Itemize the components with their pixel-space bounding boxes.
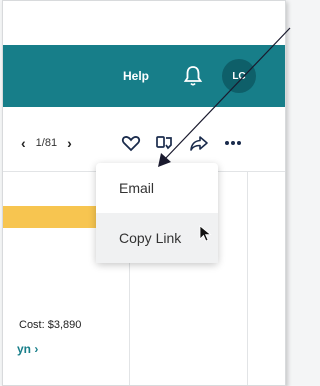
app-header: Help LC [3, 45, 285, 107]
share-icon[interactable] [189, 133, 209, 153]
next-button[interactable]: › [67, 135, 72, 151]
share-menu: Email Copy Link [96, 163, 218, 263]
bell-icon[interactable] [183, 65, 203, 87]
pager-count: 1/81 [35, 137, 58, 149]
more-icon[interactable] [223, 133, 243, 153]
compare-icon[interactable] [155, 133, 175, 153]
menu-item-email[interactable]: Email [96, 163, 218, 213]
app-window: Help LC ‹ 1/81 › Cost: $3,890 yn › Email… [2, 0, 286, 386]
prev-button[interactable]: ‹ [21, 135, 26, 151]
cursor-icon [199, 225, 212, 242]
pager: ‹ 1/81 › [21, 135, 72, 151]
heart-icon[interactable] [121, 133, 141, 153]
user-avatar[interactable]: LC [222, 59, 256, 93]
view-link[interactable]: yn › [17, 342, 38, 356]
column-divider-right [247, 172, 248, 385]
help-link[interactable]: Help [123, 69, 149, 83]
cost-label: Cost: $3,890 [19, 319, 82, 331]
top-blank-area [3, 1, 285, 45]
record-toolbar: ‹ 1/81 › [3, 107, 285, 171]
